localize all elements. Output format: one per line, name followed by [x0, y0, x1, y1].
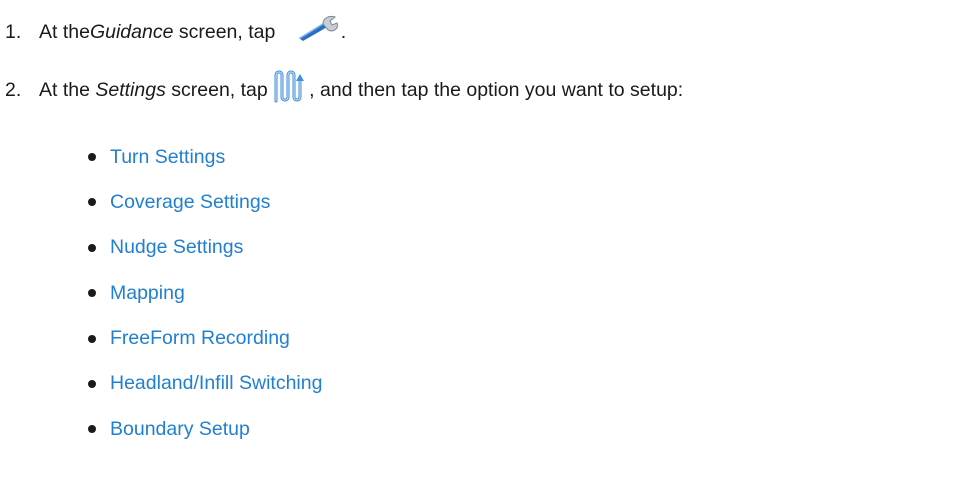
freeform-recording-link[interactable]: FreeForm Recording — [110, 327, 290, 350]
step-number: 1. — [5, 21, 22, 43]
bullet-icon — [88, 334, 96, 343]
bullet-icon — [88, 198, 96, 207]
nudge-settings-link[interactable]: Nudge Settings — [110, 236, 243, 259]
screen-name: Settings — [95, 79, 166, 101]
boundary-setup-link[interactable]: Boundary Setup — [110, 418, 250, 441]
list-item: Boundary Setup — [88, 415, 322, 443]
step-2: 2. At the Settings screen, tap , and the… — [0, 69, 683, 111]
step-text-before: At the — [39, 21, 90, 43]
step-text-before: At the — [39, 79, 96, 101]
step-text-middle: screen, tap — [165, 79, 274, 101]
list-item: Turn Settings — [88, 143, 322, 171]
options-list: Turn Settings Coverage Settings Nudge Se… — [88, 143, 322, 461]
bullet-icon — [88, 425, 96, 434]
bullet-icon — [88, 153, 96, 161]
step-text-middle: screen, tap — [173, 21, 281, 43]
bullet-icon — [88, 379, 96, 388]
bullet-icon — [88, 289, 96, 298]
screen-name: Guidance — [89, 21, 174, 43]
list-item: FreeForm Recording — [88, 325, 322, 353]
list-item: Headland/Infill Switching — [88, 370, 322, 398]
coverage-settings-link[interactable]: Coverage Settings — [110, 191, 270, 214]
mapping-link[interactable]: Mapping — [110, 282, 185, 305]
wrench-icon — [295, 14, 341, 50]
bullet-icon — [88, 243, 96, 252]
step-1: 1. At the Guidance screen, tap . — [0, 14, 346, 50]
turn-settings-link[interactable]: Turn Settings — [110, 146, 225, 169]
step-number: 2. — [5, 79, 22, 101]
list-item: Coverage Settings — [88, 188, 322, 216]
list-item: Mapping — [88, 279, 322, 307]
step-text-after: . — [340, 21, 347, 43]
headland-infill-switching-link[interactable]: Headland/Infill Switching — [110, 372, 322, 395]
list-item: Nudge Settings — [88, 234, 322, 262]
step-text-after: , and then tap the option you want to se… — [309, 79, 684, 101]
guidance-pattern-icon — [273, 69, 309, 111]
